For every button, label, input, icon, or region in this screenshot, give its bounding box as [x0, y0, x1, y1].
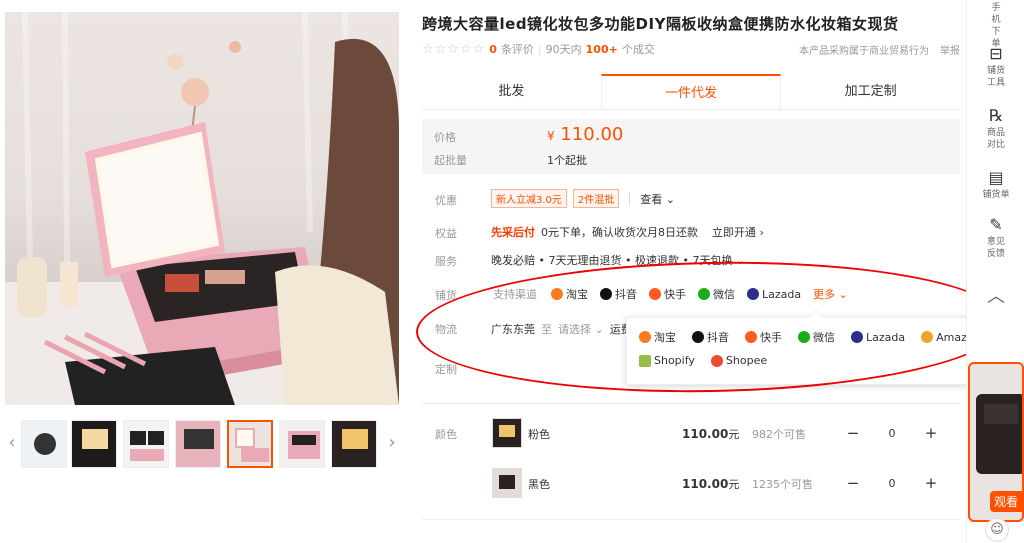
thumbnail[interactable] [123, 420, 169, 468]
rights-label: 权益 [435, 227, 457, 240]
thumbnail-strip: ‹ › [5, 420, 399, 470]
thumbnail[interactable] [21, 420, 67, 468]
rating-stars-icon: ☆☆☆☆☆ [422, 41, 486, 57]
sku-row: 黑色 110.00元 1235个可售 − 0 + [422, 468, 960, 500]
compare-icon: ℞ [988, 106, 1004, 125]
increase-button[interactable]: + [918, 424, 944, 442]
quantity-value[interactable]: 0 [866, 427, 918, 440]
chevron-left-icon[interactable]: ‹ [5, 432, 19, 453]
edit-icon: ✎ [989, 215, 1003, 234]
sku-list: 颜色 粉色 110.00元 982个可售 − 0 + 黑色 110.00元 12… [422, 403, 960, 520]
min-order-label: 起批量 [434, 154, 467, 167]
customer-service-icon[interactable]: ☺ [985, 518, 1009, 542]
decrease-button[interactable]: − [840, 474, 866, 492]
sku-row: 粉色 110.00元 982个可售 − 0 + [422, 418, 960, 450]
activate-link[interactable]: 立即开通 › [712, 224, 764, 240]
discount-row: 新人立减3.0元 2件混批 查看 ⌄ [491, 189, 675, 208]
quantity-stepper: − 0 + [840, 471, 944, 495]
thumbnail[interactable] [331, 420, 377, 468]
sku-name: 黑色 [528, 478, 550, 491]
sidebar-item-dropship-tool[interactable]: ⊟ 铺货工具 [967, 44, 1024, 89]
price-value: ¥ 110.00 [547, 124, 624, 145]
sidebar-item-dropship-list[interactable]: ▤ 铺货单 [967, 168, 1024, 201]
discount-label: 优惠 [435, 194, 457, 207]
sidebar-item-mobile-order[interactable]: 手机下单 [967, 2, 1024, 50]
reviews-label[interactable]: 条评价 [501, 41, 534, 57]
pay-later-text: 0元下单，确认收货次月8日还款 [541, 226, 698, 239]
tab-wholesale[interactable]: 批发 [422, 74, 601, 109]
sku-stock: 1235个可售 [752, 478, 813, 491]
product-title: 跨境大容量led镜化妆包多功能DIY隔板收纳盒便携防水化妆箱女现货 [422, 15, 899, 33]
reviews-count: 0 [489, 42, 497, 56]
sku-stock: 982个可售 [752, 428, 806, 441]
tab-custom[interactable]: 加工定制 [781, 74, 960, 109]
list-icon: ▤ [988, 168, 1004, 187]
price-label: 价格 [434, 131, 456, 144]
chevron-right-icon[interactable]: › [385, 432, 399, 453]
thumbnail[interactable] [279, 420, 325, 468]
sold-prefix: 90天内 [545, 43, 582, 56]
main-product-image[interactable] [5, 12, 399, 405]
chevron-up-icon[interactable]: ︿ [967, 282, 1024, 308]
sidebar-item-compare[interactable]: ℞ 商品对比 [967, 106, 1024, 151]
sold-suffix: 个成交 [621, 43, 655, 56]
sku-price: 110.00元 [682, 427, 740, 441]
sidebar-item-feedback[interactable]: ✎ 意见反馈 [967, 215, 1024, 260]
sold-count: 100+ [585, 42, 618, 56]
increase-button[interactable]: + [918, 474, 944, 492]
discount-view-link[interactable]: 查看 ⌄ [640, 191, 675, 207]
briefcase-icon: ⊟ [989, 44, 1003, 63]
coupon-badge[interactable]: 新人立减3.0元 [491, 189, 567, 208]
sku-price: 110.00元 [682, 477, 740, 491]
watch-video-button[interactable]: 观看 [989, 491, 1022, 512]
rights-row: 先采后付 0元下单，确认收货次月8日还款 立即开通 › [491, 224, 764, 240]
sku-thumbnail[interactable] [492, 468, 522, 498]
report-link[interactable]: 举报 [940, 42, 960, 57]
min-order-value: 1个起批 [547, 154, 587, 167]
tab-dropship[interactable]: 一件代发 [600, 74, 782, 109]
sku-name: 粉色 [528, 428, 550, 441]
mix-batch-badge[interactable]: 2件混批 [572, 189, 620, 208]
price-box: 价格 ¥ 110.00 起批量 1个起批 [422, 119, 960, 174]
video-preview[interactable]: 观看 [968, 362, 1024, 522]
thumbnail[interactable] [175, 420, 221, 468]
product-meta: ☆☆☆☆☆ 0 条评价 | 90天内 100+ 个成交 [422, 41, 655, 57]
service-label: 服务 [435, 255, 457, 268]
quantity-stepper: − 0 + [840, 421, 944, 445]
thumbnail[interactable] [71, 420, 117, 468]
purchase-tabs: 批发 一件代发 加工定制 [422, 74, 960, 110]
pay-later-label: 先采后付 [491, 226, 535, 239]
sku-thumbnail[interactable] [492, 418, 522, 448]
decrease-button[interactable]: − [840, 424, 866, 442]
thumbnail-active[interactable] [227, 420, 273, 468]
trade-note: 本产品采购属于商业贸易行为 [799, 46, 929, 57]
quantity-value[interactable]: 0 [866, 477, 918, 490]
